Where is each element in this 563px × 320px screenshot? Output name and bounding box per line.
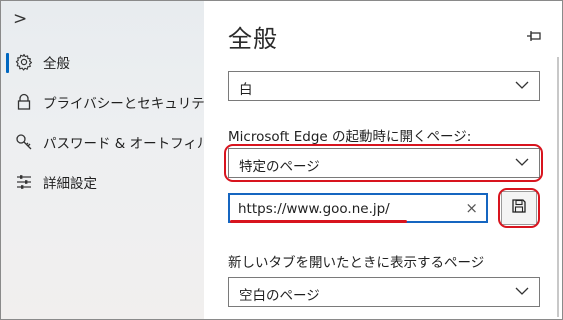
settings-window: > 全般 プライバシーとセキュリティ パスワード & オートフィル 詳細設定 全…: [0, 0, 563, 320]
sidebar: > 全般 プライバシーとセキュリティ パスワード & オートフィル 詳細設定: [1, 1, 217, 319]
chevron-down-icon: [515, 158, 529, 166]
url-input[interactable]: [238, 199, 458, 219]
gear-icon: [15, 53, 33, 71]
sidebar-item-general[interactable]: 全般: [1, 44, 204, 80]
sidebar-item-label: パスワード & オートフィル: [43, 136, 211, 152]
page-title: 全般: [228, 25, 278, 53]
active-indicator: [6, 53, 9, 73]
pin-icon[interactable]: [526, 27, 542, 41]
sidebar-item-passwords[interactable]: パスワード & オートフィル: [1, 124, 210, 160]
url-field[interactable]: ×: [228, 193, 488, 223]
lock-icon: [15, 93, 33, 111]
newtab-label: 新しいタブを開いたときに表示するページ: [228, 255, 485, 271]
sidebar-item-label: 全般: [43, 56, 70, 72]
sidebar-item-label: 詳細設定: [43, 176, 97, 192]
theme-dropdown[interactable]: 白: [228, 71, 540, 101]
newtab-dropdown[interactable]: 空白のページ: [228, 277, 540, 307]
save-button[interactable]: [501, 191, 537, 225]
dropdown-value: 特定のページ: [239, 159, 320, 175]
highlight-underline: [230, 220, 407, 223]
dropdown-value: 白: [239, 82, 253, 98]
sidebar-item-advanced[interactable]: 詳細設定: [1, 164, 204, 200]
dropdown-value: 空白のページ: [239, 288, 320, 304]
chevron-down-icon: [515, 81, 529, 89]
sliders-icon: [15, 173, 33, 191]
startup-label: Microsoft Edge の起動時に開くページ:: [228, 129, 472, 145]
sidebar-item-label: プライバシーとセキュリティ: [43, 96, 218, 112]
clear-icon[interactable]: ×: [465, 200, 478, 216]
chevron-down-icon: [515, 287, 529, 295]
expand-chevron-icon[interactable]: >: [13, 9, 27, 29]
save-icon: [511, 198, 527, 218]
key-icon: [15, 133, 33, 151]
general-settings-panel: 全般 白 Microsoft Edge の起動時に開くページ: 特定のページ h…: [204, 1, 562, 319]
sidebar-item-privacy[interactable]: プライバシーとセキュリティ: [1, 84, 217, 120]
startup-dropdown[interactable]: 特定のページ: [228, 148, 540, 178]
scrollbar[interactable]: [557, 57, 559, 317]
